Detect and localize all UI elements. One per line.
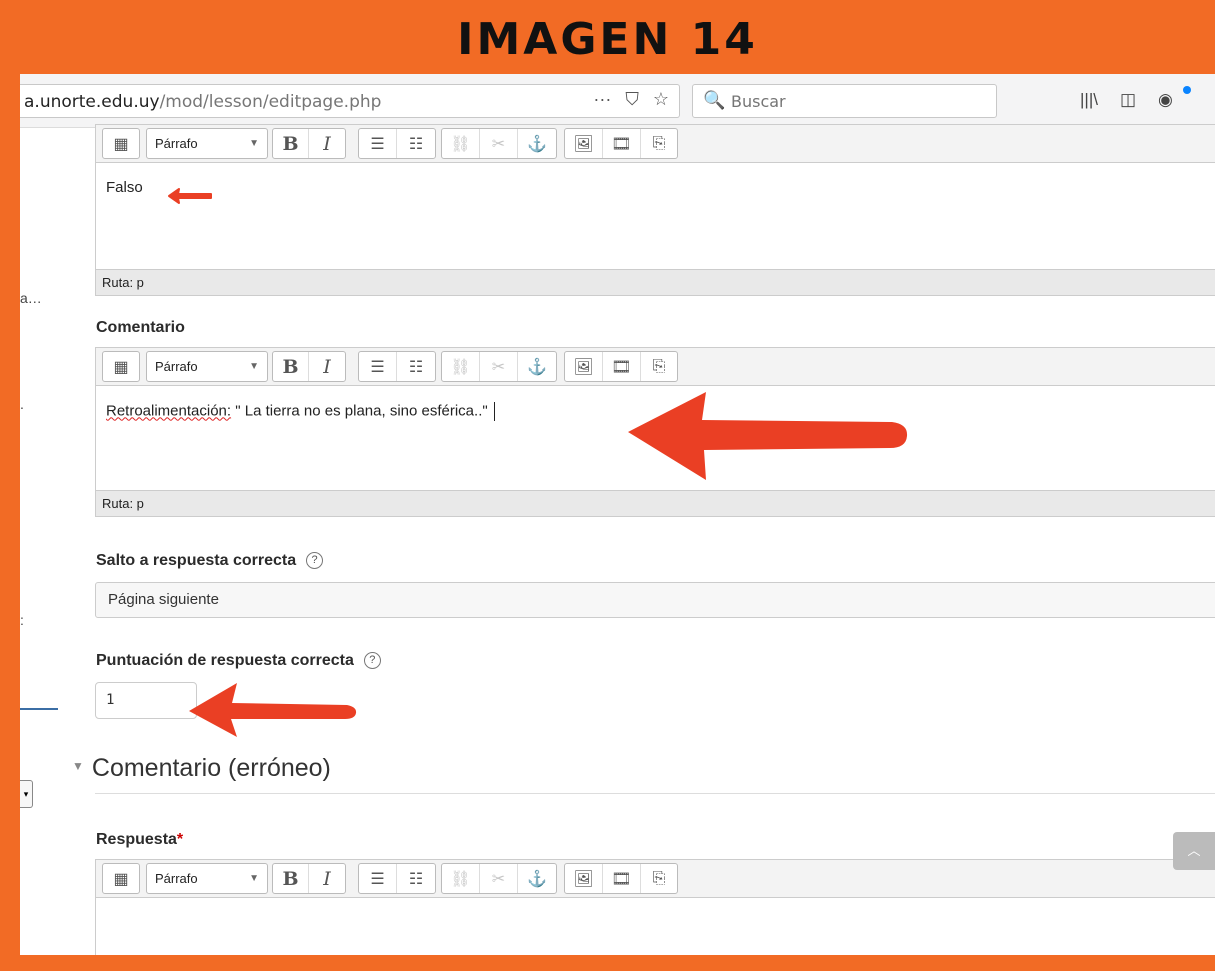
score-label-text: Puntuación de respuesta correcta [96, 652, 354, 669]
numbered-list-icon[interactable]: ☷ [397, 352, 435, 381]
sidebar-divider [20, 708, 58, 710]
numbered-list-icon[interactable]: ☷ [397, 864, 435, 893]
link-icon[interactable]: ⛓ [442, 352, 480, 381]
text-cursor [493, 402, 495, 421]
anchor-icon[interactable]: ⚓ [518, 352, 556, 381]
manage-files-icon[interactable]: ⎘ [641, 129, 677, 158]
editor-toolbar: ▦ Párrafo ▼ BI ☰ ☷ ⛓ ✂ ⚓ 🖼 🎞 ⎘ [96, 348, 1215, 386]
section-divider [95, 793, 1215, 794]
library-icon[interactable]: |||\ [1080, 90, 1098, 110]
editor-path: Ruta: p [96, 490, 1215, 516]
search-placeholder: Buscar [731, 92, 786, 111]
sidebar-toggle-icon[interactable]: ◫ [1120, 90, 1136, 110]
unlink-icon[interactable]: ✂ [480, 864, 518, 893]
wrong-section-header[interactable]: ▼ Comentario (erróneo) [72, 754, 331, 783]
paragraph-format-select[interactable]: Párrafo ▼ [147, 352, 267, 381]
manage-files-icon[interactable]: ⎘ [641, 352, 677, 381]
banner-title: IMAGEN 14 [457, 14, 758, 65]
manage-files-icon[interactable]: ⎘ [641, 864, 677, 893]
bullet-list-icon[interactable]: ☰ [359, 864, 397, 893]
address-bar[interactable]: a.unorte.edu.uy/mod/lesson/editpage.php … [20, 84, 680, 118]
chevron-down-icon: ▼ [249, 361, 259, 372]
help-icon[interactable]: ? [363, 652, 381, 669]
media-icon[interactable]: 🎞 [603, 352, 641, 381]
media-icon[interactable]: 🎞 [603, 864, 641, 893]
toolbar-toggle-icon[interactable]: ▦ [103, 129, 139, 158]
italic-button[interactable]: I [309, 864, 345, 893]
paragraph-format-select[interactable]: Párrafo ▼ [147, 864, 267, 893]
url-domain: a.unorte.edu.uy [24, 92, 160, 112]
jump-select[interactable]: Página siguiente [95, 582, 1215, 618]
collapse-icon: ▼ [72, 759, 84, 773]
url-path: /mod/lesson/editpage.php [159, 92, 382, 112]
wrong-answer-editor-content[interactable] [96, 898, 1215, 955]
chevron-down-icon: ▼ [249, 138, 259, 149]
bold-button[interactable]: B [273, 864, 309, 893]
annotation-arrow-icon [628, 392, 908, 480]
profile-icon[interactable]: ◉ [1158, 90, 1173, 110]
image-icon[interactable]: 🖼 [565, 129, 603, 158]
sidebar-fragment[interactable]: a… [20, 290, 42, 306]
sidebar-fragment[interactable]: . [20, 396, 24, 412]
bold-button[interactable]: B [273, 129, 309, 158]
paragraph-label: Párrafo [155, 359, 198, 374]
help-icon[interactable]: ? [306, 552, 324, 569]
answer-editor: ▦ Párrafo ▼ BI ☰ ☷ ⛓ ✂ ⚓ 🖼 🎞 ⎘ Falso Ruta: p [95, 124, 1215, 296]
sidebar-fragment[interactable]: : [20, 612, 24, 628]
score-label: Puntuación de respuesta correcta? [96, 652, 381, 670]
feedback-text: " La tierra no es plana, sino esférica..… [231, 402, 488, 420]
required-marker: * [176, 831, 184, 848]
bold-button[interactable]: B [273, 352, 309, 381]
pocket-icon[interactable]: ⛉ [625, 89, 639, 110]
italic-button[interactable]: I [309, 129, 345, 158]
link-icon[interactable]: ⛓ [442, 864, 480, 893]
bookmark-star-icon[interactable]: ☆ [653, 89, 669, 110]
editor-toolbar: ▦ Párrafo ▼ BI ☰ ☷ ⛓ ✂ ⚓ 🖼 🎞 ⎘ [96, 860, 1215, 898]
url-text: a.unorte.edu.uy/mod/lesson/editpage.php [24, 92, 381, 112]
link-icon[interactable]: ⛓ [442, 129, 480, 158]
media-icon[interactable]: 🎞 [603, 129, 641, 158]
score-input[interactable]: 1 [95, 682, 197, 719]
toolbar-toggle-icon[interactable]: ▦ [103, 864, 139, 893]
image-icon[interactable]: 🖼 [565, 864, 603, 893]
browser-toolbar: a.unorte.edu.uy/mod/lesson/editpage.php … [20, 74, 1215, 128]
answer-editor-content[interactable]: Falso [96, 163, 1215, 269]
annotation-arrow-icon [168, 188, 212, 204]
numbered-list-icon[interactable]: ☷ [397, 129, 435, 158]
sidebar-select[interactable]: ▾ [20, 780, 33, 808]
unlink-icon[interactable]: ✂ [480, 352, 518, 381]
answer-text: Falso [106, 179, 143, 196]
paragraph-label: Párrafo [155, 136, 198, 151]
page-actions-icon[interactable]: ··· [593, 89, 611, 110]
annotation-arrow-icon [189, 683, 357, 737]
unlink-icon[interactable]: ✂ [480, 129, 518, 158]
jump-label-text: Salto a respuesta correcta [96, 552, 297, 569]
bullet-list-icon[interactable]: ☰ [359, 352, 397, 381]
anchor-icon[interactable]: ⚓ [518, 864, 556, 893]
wrong-answer-editor: ▦ Párrafo ▼ BI ☰ ☷ ⛓ ✂ ⚓ 🖼 🎞 ⎘ [95, 859, 1215, 955]
misspelled-word: Retroalimentación: [106, 402, 232, 420]
wrong-answer-label: Respuesta* [96, 831, 183, 849]
anchor-icon[interactable]: ⚓ [518, 129, 556, 158]
back-to-top-button[interactable]: ︿ [1173, 832, 1215, 870]
paragraph-format-select[interactable]: Párrafo ▼ [147, 129, 267, 158]
paragraph-label: Párrafo [155, 871, 198, 886]
wrong-answer-label-text: Respuesta [96, 831, 177, 848]
browser-window: a.unorte.edu.uy/mod/lesson/editpage.php … [20, 74, 1215, 955]
search-icon: 🔍 [703, 90, 726, 110]
editor-path: Ruta: p [96, 269, 1215, 295]
search-input[interactable]: 🔍 Buscar [692, 84, 997, 118]
feedback-label: Comentario [96, 319, 185, 336]
bullet-list-icon[interactable]: ☰ [359, 129, 397, 158]
wrong-section-title: Comentario (erróneo) [91, 754, 331, 782]
editor-toolbar: ▦ Párrafo ▼ BI ☰ ☷ ⛓ ✂ ⚓ 🖼 🎞 ⎘ [96, 125, 1215, 163]
italic-button[interactable]: I [309, 352, 345, 381]
toolbar-toggle-icon[interactable]: ▦ [103, 352, 139, 381]
jump-label: Salto a respuesta correcta? [96, 552, 324, 570]
notification-dot [1183, 86, 1191, 94]
image-icon[interactable]: 🖼 [565, 352, 603, 381]
chevron-down-icon: ▼ [249, 873, 259, 884]
